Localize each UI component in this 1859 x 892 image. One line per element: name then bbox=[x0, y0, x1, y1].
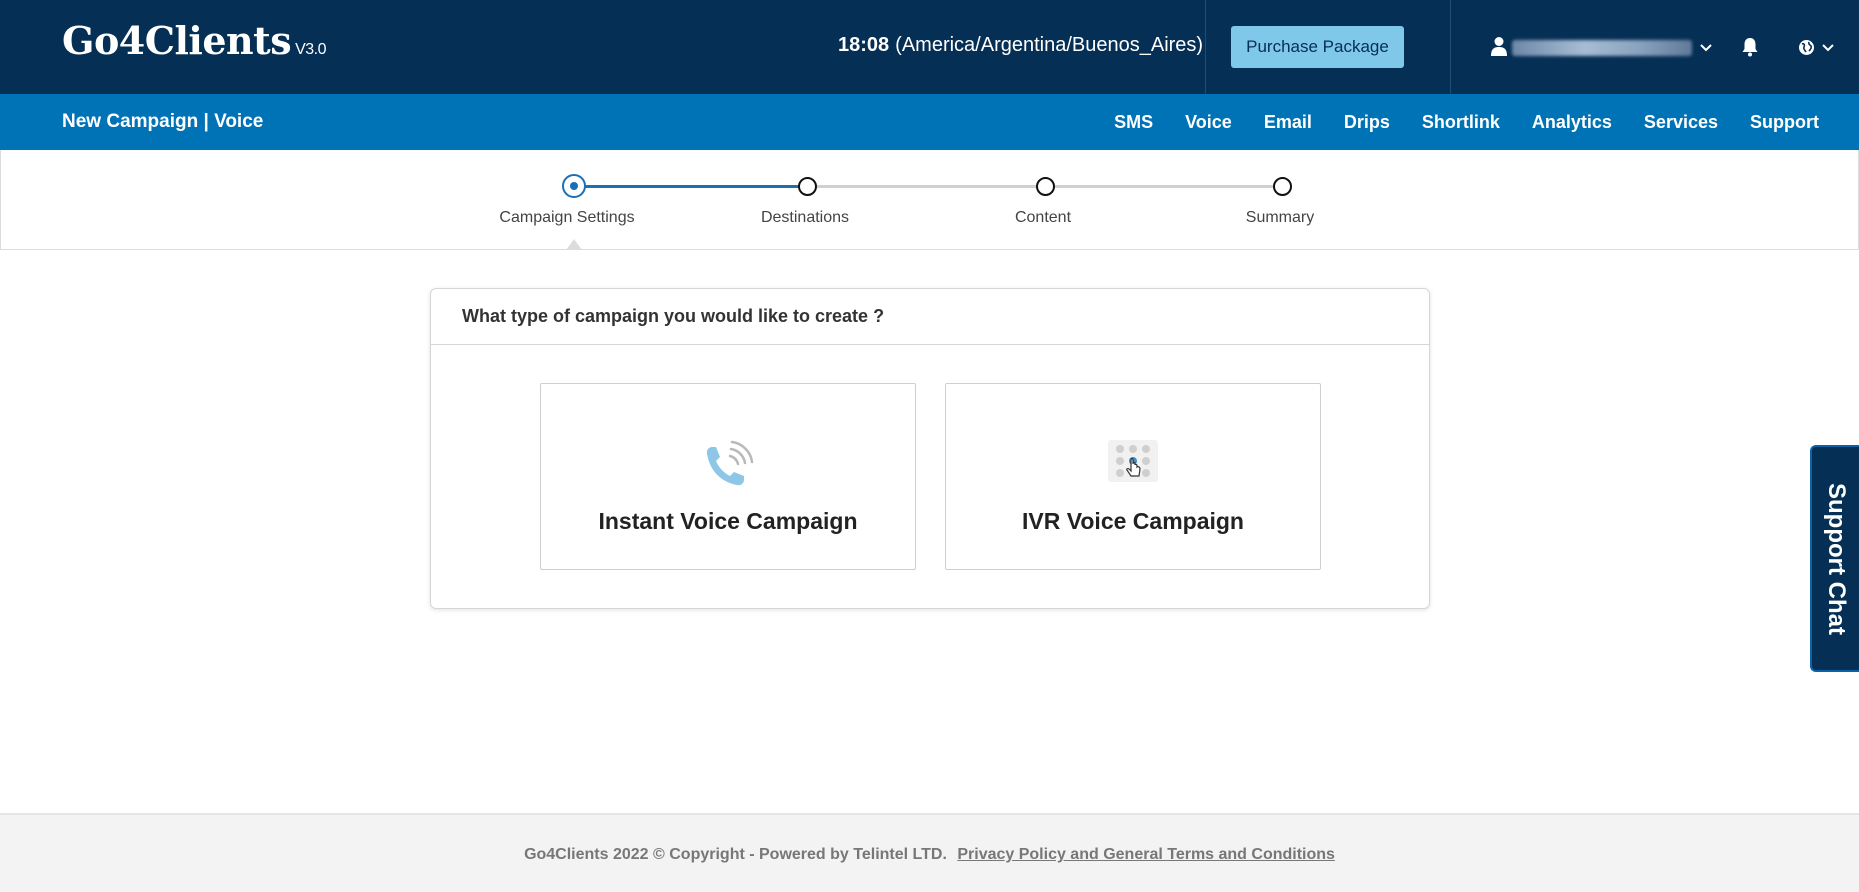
campaign-type-panel: What type of campaign you would like to … bbox=[430, 288, 1430, 609]
step-label-content: Content bbox=[1014, 209, 1072, 226]
nav-item-drips[interactable]: Drips bbox=[1344, 112, 1390, 133]
step-dot-content[interactable] bbox=[1036, 177, 1055, 196]
nav-item-services[interactable]: Services bbox=[1644, 112, 1718, 133]
step-label-campaign-settings: Campaign Settings bbox=[499, 209, 635, 226]
keypad-touch-icon bbox=[1108, 440, 1158, 482]
step-dot-summary[interactable] bbox=[1273, 177, 1292, 196]
campaign-stepper: Campaign Settings Destinations Content S… bbox=[0, 150, 1859, 250]
user-name-redacted[interactable] bbox=[1512, 40, 1692, 56]
bell-icon[interactable] bbox=[1741, 37, 1759, 57]
nav-item-voice[interactable]: Voice bbox=[1185, 112, 1232, 133]
instant-voice-campaign-card[interactable]: Instant Voice Campaign bbox=[540, 383, 916, 570]
logo[interactable]: Go4Clients V3.0 bbox=[62, 18, 327, 63]
top-header: Go4Clients V3.0 18:08 (America/Argentina/B… bbox=[0, 0, 1859, 94]
divider bbox=[1205, 0, 1206, 94]
nav-item-shortlink[interactable]: Shortlink bbox=[1422, 112, 1500, 133]
panel-question: What type of campaign you would like to … bbox=[431, 289, 1429, 345]
nav-item-sms[interactable]: SMS bbox=[1114, 112, 1153, 133]
purchase-package-button[interactable]: Purchase Package bbox=[1231, 26, 1404, 68]
nav-item-analytics[interactable]: Analytics bbox=[1532, 112, 1612, 133]
chevron-down-icon[interactable] bbox=[1700, 44, 1712, 52]
page-title: New Campaign | Voice bbox=[62, 111, 264, 132]
clock-time: 18:08 bbox=[838, 34, 890, 56]
ivr-voice-campaign-card[interactable]: IVR Voice Campaign bbox=[945, 383, 1321, 570]
clock-timezone: (America/Argentina/Buenos_Aires) bbox=[895, 34, 1204, 56]
step-label-summary: Summary bbox=[1245, 209, 1315, 226]
step-dot-destinations[interactable] bbox=[798, 177, 817, 196]
sub-navigation: New Campaign | Voice SMS Voice Email Dri… bbox=[0, 94, 1859, 150]
support-chat-label: Support Chat bbox=[1822, 482, 1850, 635]
user-icon[interactable] bbox=[1490, 36, 1508, 56]
instant-voice-campaign-label: Instant Voice Campaign bbox=[598, 508, 858, 534]
main-nav: SMS Voice Email Drips Shortlink Analytic… bbox=[1082, 94, 1819, 150]
support-chat-tab[interactable]: Support Chat bbox=[1810, 445, 1859, 672]
logo-version: V3.0 bbox=[295, 41, 327, 58]
privacy-terms-link[interactable]: Privacy Policy and General Terms and Con… bbox=[957, 846, 1335, 863]
globe-icon[interactable] bbox=[1798, 39, 1815, 56]
footer: Go4Clients 2022 © Copyright - Powered by… bbox=[0, 813, 1859, 892]
step-label-destinations: Destinations bbox=[760, 209, 850, 226]
phone-ringing-icon bbox=[706, 440, 754, 486]
stepper-progress-line bbox=[574, 185, 808, 188]
nav-item-support[interactable]: Support bbox=[1750, 112, 1819, 133]
clock: 18:08 (America/Argentina/Buenos_Aires) bbox=[838, 34, 1203, 57]
ivr-voice-campaign-label: IVR Voice Campaign bbox=[1022, 508, 1244, 534]
active-step-pointer bbox=[566, 239, 582, 250]
logo-text: Go4Clients bbox=[62, 18, 292, 63]
step-dot-campaign-settings[interactable] bbox=[562, 174, 586, 198]
chevron-down-icon[interactable] bbox=[1822, 44, 1834, 52]
divider bbox=[1450, 0, 1451, 94]
nav-item-email[interactable]: Email bbox=[1264, 112, 1312, 133]
footer-copyright: Go4Clients 2022 © Copyright - Powered by… bbox=[524, 846, 947, 863]
